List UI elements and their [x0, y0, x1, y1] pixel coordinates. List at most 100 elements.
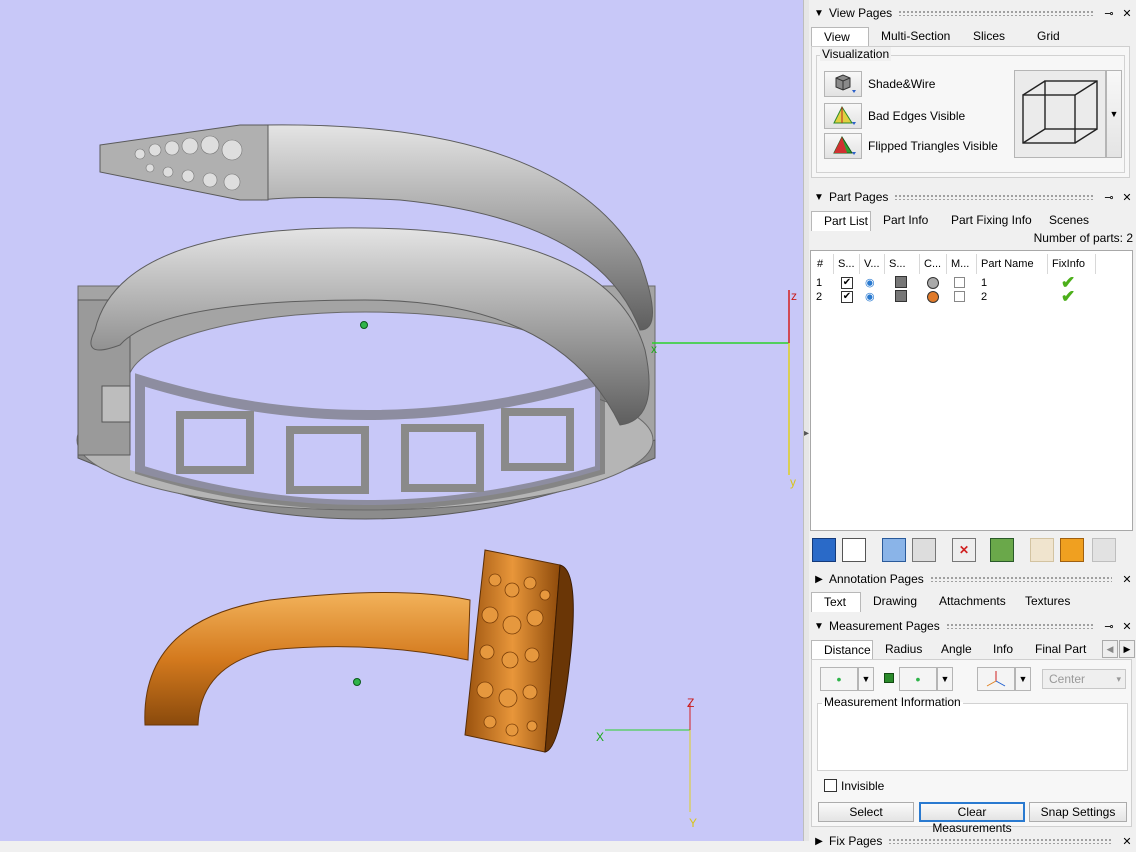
visible-eye-icon[interactable]: ◉ — [865, 290, 875, 303]
column-header-fixinfo[interactable]: FixInfo — [1048, 254, 1096, 274]
flipped-triangles-button[interactable] — [824, 133, 862, 159]
center-select-value: Center — [1049, 672, 1086, 686]
xyz-dropdown-arrow-icon[interactable]: ▼ — [1015, 667, 1031, 691]
close-icon[interactable]: ✕ — [1118, 573, 1136, 586]
snap-settings-button[interactable]: Snap Settings — [1029, 802, 1127, 822]
annotation-pages-tabs: Text Drawing Attachments Textures — [811, 592, 1083, 612]
column-header-selected[interactable]: S... — [834, 254, 860, 274]
export-part-icon[interactable] — [1030, 538, 1054, 562]
mesh-cube-icon[interactable] — [954, 291, 965, 302]
tab-text[interactable]: Text — [811, 592, 861, 612]
point-a-button[interactable]: • — [820, 667, 858, 691]
drag-grip[interactable] — [898, 10, 1094, 16]
part-color-swatch[interactable] — [927, 291, 939, 303]
copy-part-icon[interactable] — [1092, 538, 1116, 562]
axis-label-y-upper: y — [790, 475, 796, 489]
tab-scenes[interactable]: Scenes — [1037, 211, 1099, 231]
3d-viewport[interactable]: z x y Z X Y — [0, 0, 803, 841]
shade-mode-icon[interactable] — [895, 276, 907, 288]
column-header-shade[interactable]: S... — [885, 254, 920, 274]
collapse-triangle-icon[interactable]: ▼ — [809, 192, 829, 203]
pin-icon[interactable]: ⊸ — [1100, 191, 1118, 204]
axis-label-z-upper: z — [791, 289, 797, 303]
mesh-cube-icon[interactable] — [954, 277, 965, 288]
tab-scroll-left-icon[interactable]: ◀ — [1102, 640, 1118, 658]
drag-grip[interactable] — [894, 194, 1094, 200]
tab-grid[interactable]: Grid — [1025, 27, 1083, 47]
table-row[interactable]: 2 ✔ ◉ 2 ✔ — [811, 287, 1131, 306]
tab-view[interactable]: View — [811, 27, 869, 47]
view-dropdown-arrow-icon[interactable]: ▼ — [1106, 70, 1122, 158]
tab-part-info[interactable]: Part Info — [871, 211, 939, 231]
part-pages-header[interactable]: ▼ Part Pages ⊸ ✕ — [809, 186, 1136, 208]
measurement-pages-header[interactable]: ▼ Measurement Pages ⊸ ✕ — [809, 615, 1136, 637]
column-header-color[interactable]: C... — [920, 254, 947, 274]
bad-edges-button[interactable] — [824, 103, 862, 129]
expand-triangle-icon[interactable]: ▶ — [809, 574, 829, 585]
gold-ring-part[interactable] — [144, 549, 574, 753]
tab-slices[interactable]: Slices — [961, 27, 1025, 47]
column-header-part-name[interactable]: Part Name — [977, 254, 1048, 274]
shade-mode-icon[interactable] — [895, 290, 907, 302]
tab-distance[interactable]: Distance — [811, 640, 873, 660]
pin-icon[interactable]: ⊸ — [1100, 7, 1118, 20]
tab-part-list[interactable]: Part List — [811, 211, 871, 231]
tab-info[interactable]: Info — [981, 640, 1023, 660]
drag-grip[interactable] — [888, 838, 1112, 844]
pin-icon[interactable]: ⊸ — [1100, 620, 1118, 633]
clear-measurements-button[interactable]: Clear Measurements — [919, 802, 1025, 835]
column-header-num[interactable]: # — [813, 254, 834, 274]
select-button[interactable]: Select — [818, 802, 914, 822]
delete-part-icon[interactable]: ✕ — [952, 538, 976, 562]
invert-selection-icon[interactable] — [842, 538, 866, 562]
drag-grip[interactable] — [945, 623, 1094, 629]
row-select-checkbox[interactable]: ✔ — [841, 291, 853, 303]
drag-grip[interactable] — [929, 576, 1112, 582]
visible-eye-icon[interactable]: ◉ — [865, 276, 875, 289]
annotation-pages-header[interactable]: ▶ Annotation Pages ✕ — [809, 568, 1136, 590]
close-icon[interactable]: ✕ — [1118, 835, 1136, 848]
merge-parts-icon[interactable] — [990, 538, 1014, 562]
expand-triangle-icon[interactable]: ▶ — [809, 836, 829, 847]
close-icon[interactable]: ✕ — [1118, 7, 1136, 20]
part-pages-tabs: Part List Part Info Part Fixing Info Sce… — [811, 211, 1099, 231]
tab-textures[interactable]: Textures — [1013, 592, 1083, 612]
tab-final-part[interactable]: Final Part — [1023, 640, 1101, 660]
select-all-parts-icon[interactable] — [812, 538, 836, 562]
view-pages-header[interactable]: ▼ View Pages ⊸ ✕ — [809, 2, 1136, 24]
part-pages-title: Part Pages — [829, 190, 889, 204]
axis-gizmo-lower: Z X Y — [596, 696, 697, 830]
tab-scroll-right-icon[interactable]: ▶ — [1119, 640, 1135, 658]
tab-attachments[interactable]: Attachments — [927, 592, 1013, 612]
tab-angle[interactable]: Angle — [929, 640, 981, 660]
view-cube-preview[interactable] — [1014, 70, 1106, 158]
fix-pages-header[interactable]: ▶ Fix Pages ✕ — [809, 830, 1136, 852]
invisible-checkbox[interactable] — [824, 779, 837, 792]
table-row[interactable]: 1 ✔ ◉ 1 ✔ — [811, 273, 1131, 292]
part-color-swatch[interactable] — [927, 277, 939, 289]
collapse-triangle-icon[interactable]: ▼ — [809, 621, 829, 632]
point-b-button[interactable]: • — [899, 667, 937, 691]
tab-drawing[interactable]: Drawing — [861, 592, 927, 612]
row-select-checkbox[interactable]: ✔ — [841, 277, 853, 289]
tab-radius[interactable]: Radius — [873, 640, 929, 660]
collapse-triangle-icon[interactable]: ▼ — [809, 8, 829, 19]
tab-part-fixing-info[interactable]: Part Fixing Info — [939, 211, 1037, 231]
shade-wire-button[interactable] — [824, 71, 862, 97]
silver-ring-part[interactable] — [76, 124, 656, 520]
import-part-icon[interactable] — [1060, 538, 1084, 562]
center-select[interactable]: Center ▾ — [1042, 669, 1126, 689]
column-header-mesh[interactable]: M... — [947, 254, 977, 274]
part-list-table[interactable]: # S... V... S... C... M... Part Name Fix… — [810, 250, 1133, 531]
xyz-axis-button[interactable] — [977, 667, 1015, 691]
close-icon[interactable]: ✕ — [1118, 620, 1136, 633]
scene-canvas: z x y Z X Y — [76, 124, 797, 830]
hide-parts-icon[interactable] — [912, 538, 936, 562]
triangle-flipped-icon — [833, 135, 856, 155]
tab-multi-section[interactable]: Multi-Section — [869, 27, 961, 47]
show-parts-icon[interactable] — [882, 538, 906, 562]
close-icon[interactable]: ✕ — [1118, 191, 1136, 204]
column-header-visible[interactable]: V... — [860, 254, 885, 274]
point-b-dropdown-arrow-icon[interactable]: ▼ — [937, 667, 953, 691]
point-a-dropdown-arrow-icon[interactable]: ▼ — [858, 667, 874, 691]
